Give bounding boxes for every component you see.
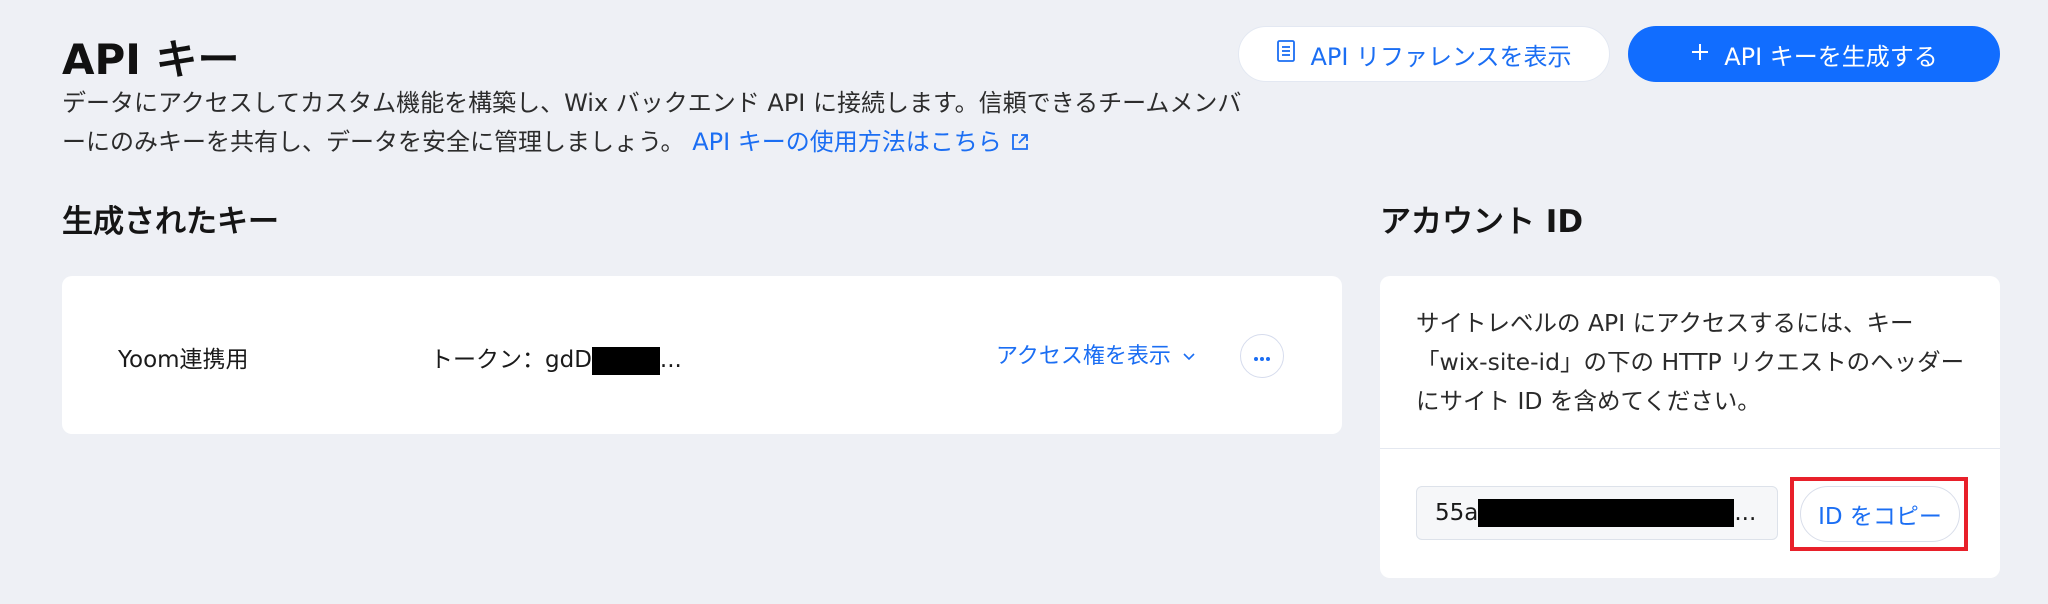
external-link-icon [1010,125,1030,164]
view-api-reference-label: API リファレンスを表示 [1310,42,1572,71]
account-id-prefix: 55a [1435,500,1479,526]
account-id-redaction [1478,499,1735,527]
generate-api-key-label: API キーを生成する [1724,42,1938,71]
page-description-text: データにアクセスしてカスタム機能を構築し、Wix バックエンド API に接続し… [62,89,1242,156]
learn-api-keys-link-label: API キーの使用方法はこちら [692,128,1002,156]
divider [1380,448,2000,449]
token-ellipsis: ... [659,347,682,373]
view-api-reference-button[interactable]: API リファレンスを表示 [1238,26,1610,82]
token-prefix: gdD [545,347,592,373]
learn-api-keys-link[interactable]: API キーの使用方法はこちら [692,128,1030,156]
generate-api-key-button[interactable]: API キーを生成する [1628,26,2000,82]
api-key-token: トークン：gdD... [430,340,682,375]
token-label: トークン： [430,347,545,373]
api-key-card: Yoom連携用 トークン：gdD... アクセス権を表示 [62,276,1342,434]
token-redaction [591,346,660,375]
copy-id-button[interactable]: ID をコピー [1800,486,1960,542]
account-id-ellipsis: ... [1734,500,1757,526]
account-id-field[interactable]: 55a... [1416,486,1778,540]
more-actions-button[interactable] [1240,334,1284,378]
view-access-link[interactable]: アクセス権を表示 [996,338,1195,370]
copy-id-label: ID をコピー [1818,504,1942,530]
api-key-name: Yoom連携用 [118,347,249,373]
document-icon [1276,39,1296,69]
account-id-card: サイトレベルの API にアクセスするには、キー「wix-site-id」の下の… [1380,276,2000,578]
account-id-title: アカウント ID [1380,204,1584,240]
more-horizontal-icon [1253,347,1271,366]
page-title: API キー [62,35,240,84]
account-id-description: サイトレベルの API にアクセスするには、キー「wix-site-id」の下の… [1416,309,1965,415]
page-description: データにアクセスしてカスタム機能を構築し、Wix バックエンド API に接続し… [62,84,1242,164]
view-access-label: アクセス権を表示 [996,344,1171,369]
plus-icon [1690,40,1710,68]
chevron-down-icon [1183,342,1195,367]
generated-keys-title: 生成されたキー [62,204,279,240]
